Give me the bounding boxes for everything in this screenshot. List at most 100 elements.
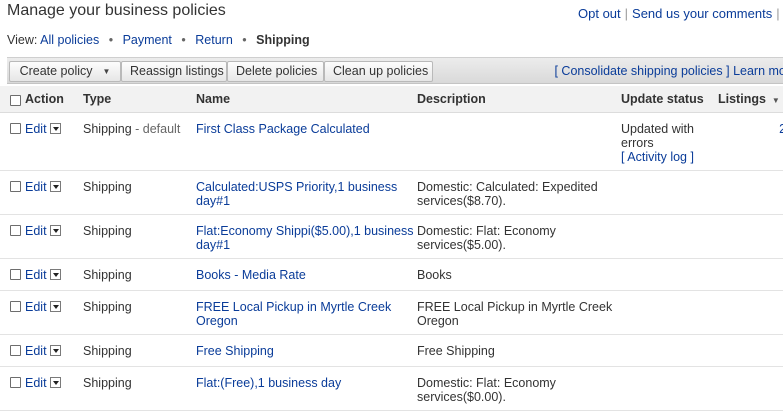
row-name-cell: Flat:Economy Shippi($5.00),1 business da…: [196, 214, 417, 259]
row-select-cell: [0, 290, 25, 335]
table-row: Edit Shipping Free Shipping Free Shippin…: [0, 334, 783, 367]
view-return-link[interactable]: Return: [195, 33, 233, 47]
row-description-cell: Domestic: Calculated: Expedited services…: [417, 170, 621, 215]
chevron-down-icon[interactable]: [49, 376, 61, 388]
table-row: Edit Shipping Books - Media Rate Books 1…: [0, 258, 783, 291]
row-status-cell: [621, 214, 718, 259]
edit-link[interactable]: Edit: [25, 376, 47, 390]
row-action-cell: Edit: [25, 170, 83, 215]
chevron-down-icon[interactable]: [49, 224, 61, 236]
row-type: Shipping: [83, 223, 132, 238]
table-header-row: Action Type Name Description Update stat…: [0, 86, 783, 113]
row-name-link[interactable]: Free Shipping: [196, 344, 274, 358]
row-listings-link[interactable]: 264: [779, 122, 783, 136]
table-row: Edit Shipping Calculated:USPS Priority,1…: [0, 170, 783, 215]
row-name-cell: Calculated:USPS Priority,1 business day#…: [196, 170, 417, 215]
row-name-link[interactable]: Books - Media Rate: [196, 268, 306, 282]
top-links: Opt out|Send us your comments|H: [578, 6, 783, 21]
row-action-cell: Edit: [25, 334, 83, 367]
sort-down-icon: ▼: [771, 95, 780, 105]
view-filter: View: All policies • Payment • Return • …: [7, 33, 310, 47]
row-type: Shipping: [83, 179, 132, 194]
row-checkbox[interactable]: [10, 180, 21, 192]
row-select-cell: [0, 112, 25, 171]
row-description: Free Shipping: [417, 343, 495, 358]
chevron-down-icon[interactable]: [49, 268, 61, 280]
create-policy-button[interactable]: Create policy ▼: [9, 61, 121, 82]
row-description: Domestic: Flat: Economy services($5.00).: [417, 223, 556, 252]
row-action-cell: Edit: [25, 290, 83, 335]
row-name-link[interactable]: Flat:Economy Shippi($5.00),1 business da…: [196, 224, 413, 252]
row-description: Books: [417, 267, 452, 282]
row-checkbox[interactable]: [10, 376, 21, 388]
row-description-cell: FREE Local Pickup in Myrtle Creek Oregon: [417, 290, 621, 335]
row-description-cell: Domestic: Flat: Economy services($0.00).: [417, 366, 621, 411]
row-name-link[interactable]: Calculated:USPS Priority,1 business day#…: [196, 180, 397, 208]
row-action-cell: Edit: [25, 112, 83, 171]
row-listings-cell: 38: [718, 170, 783, 215]
table-row: Edit Shipping - default First Class Pack…: [0, 112, 783, 171]
opt-out-link[interactable]: Opt out: [578, 6, 621, 21]
row-checkbox[interactable]: [10, 344, 21, 356]
row-type: Shipping: [83, 299, 132, 314]
clean-up-policies-button[interactable]: Clean up policies: [324, 61, 433, 82]
header-type: Type: [83, 86, 196, 113]
chevron-down-icon[interactable]: [49, 122, 61, 134]
row-status: [621, 335, 718, 344]
row-listings-cell: 1: [718, 366, 783, 411]
edit-link[interactable]: Edit: [25, 268, 47, 282]
learn-more-link[interactable]: Learn more: [733, 64, 783, 78]
row-checkbox[interactable]: [10, 300, 21, 312]
chevron-down-icon[interactable]: [49, 180, 61, 192]
row-name-cell: Free Shipping: [196, 334, 417, 367]
header-listings[interactable]: Listings ▼: [718, 86, 783, 113]
consolidate-shipping-link[interactable]: [ Consolidate shipping policies ]: [554, 64, 729, 78]
edit-link[interactable]: Edit: [25, 180, 47, 194]
select-all-checkbox[interactable]: [10, 95, 21, 107]
view-all-policies-link[interactable]: All policies: [40, 33, 99, 47]
row-name-cell: Flat:(Free),1 business day: [196, 366, 417, 411]
row-name-link[interactable]: Flat:(Free),1 business day: [196, 376, 341, 390]
row-listings-cell: 8: [718, 334, 783, 367]
edit-link[interactable]: Edit: [25, 300, 47, 314]
row-action-cell: Edit: [25, 366, 83, 411]
row-select-cell: [0, 214, 25, 259]
row-listings-cell: 33: [718, 214, 783, 259]
row-type-default: - default: [131, 121, 181, 136]
edit-link[interactable]: Edit: [25, 122, 47, 136]
row-listings-cell: 264: [718, 112, 783, 171]
row-checkbox[interactable]: [10, 224, 21, 236]
row-description: Domestic: Flat: Economy services($0.00).: [417, 375, 556, 404]
row-type: Shipping: [83, 343, 132, 358]
row-listings-cell: 13: [718, 258, 783, 291]
chevron-down-icon[interactable]: [49, 344, 61, 356]
row-status: [621, 291, 718, 300]
activity-log-link[interactable]: [ Activity log ]: [621, 150, 694, 164]
edit-link[interactable]: Edit: [25, 224, 47, 238]
view-payment-link[interactable]: Payment: [123, 33, 172, 47]
table-row: Edit Shipping Flat:Economy Shippi($5.00)…: [0, 214, 783, 259]
row-type-cell: Shipping: [83, 366, 196, 411]
chevron-down-icon[interactable]: [49, 300, 61, 312]
header-action: Action: [25, 86, 83, 113]
row-select-cell: [0, 334, 25, 367]
row-action-cell: Edit: [25, 214, 83, 259]
row-checkbox[interactable]: [10, 122, 21, 134]
row-name-link[interactable]: FREE Local Pickup in Myrtle Creek Oregon: [196, 300, 391, 328]
delete-policies-button[interactable]: Delete policies: [227, 61, 324, 82]
row-type-cell: Shipping: [83, 170, 196, 215]
separator-dot: •: [108, 33, 114, 47]
send-comments-link[interactable]: Send us your comments: [632, 6, 772, 21]
row-checkbox[interactable]: [10, 268, 21, 280]
view-current-shipping: Shipping: [256, 33, 310, 47]
row-type: Shipping: [83, 375, 132, 390]
row-name-cell: FREE Local Pickup in Myrtle Creek Oregon: [196, 290, 417, 335]
reassign-listings-button[interactable]: Reassign listings: [121, 61, 227, 82]
edit-link[interactable]: Edit: [25, 344, 47, 358]
header-description: Description: [417, 86, 621, 113]
row-description-cell: Domestic: Flat: Economy services($5.00).: [417, 214, 621, 259]
row-status-cell: [621, 290, 718, 335]
create-policy-label: Create policy: [19, 64, 93, 78]
row-name-link[interactable]: First Class Package Calculated: [196, 122, 370, 136]
row-listings-cell: 8: [718, 290, 783, 335]
